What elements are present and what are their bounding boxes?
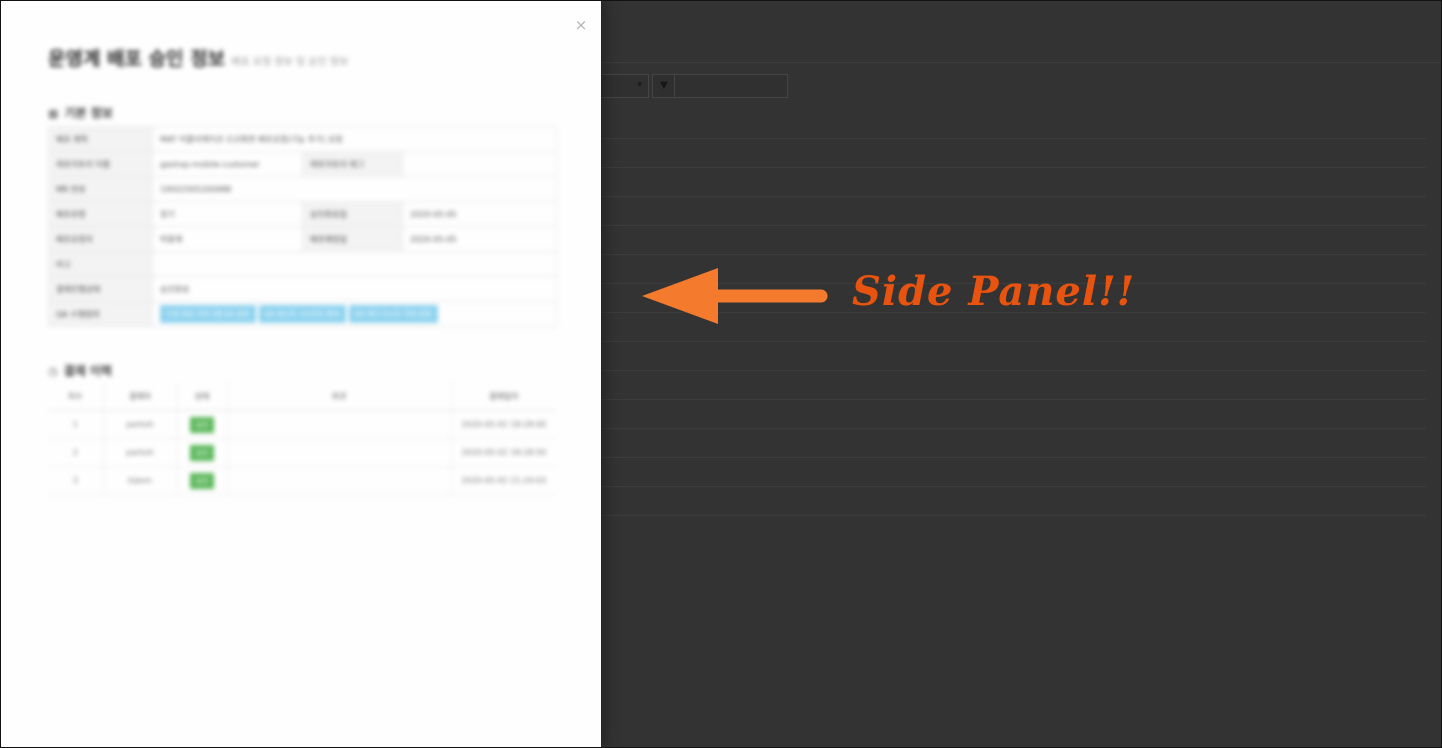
background-select[interactable]: ▾ [600,74,649,98]
date-cell: 2020-05-02 18:28:00 [451,410,556,439]
seq-cell: 2 [48,438,104,467]
background-row [600,197,1426,226]
panel-title: 운영계 배포 승인 정보 [48,48,226,70]
approver-cell: kijeon [103,466,178,495]
history-heading: ◷ 결재 이력 [48,362,112,379]
info-label: MR 번호 [48,176,153,202]
approver-cell: parkoh [103,438,178,467]
background-row [600,400,1426,429]
info-value [151,251,558,277]
background-filter-bar: ▾ ▼ [600,74,790,98]
info-value [401,151,558,177]
clipboard-icon: ▦ [48,107,59,120]
info-row: 레포지토리 이름 gashop-mobile-customer 레포지토리 태그 [48,151,558,177]
table-row: 2 parkoh 승인 2020-05-02 18:28:50 [48,438,556,467]
info-row: MR 번호 19502505200988 [48,176,558,202]
background-row [600,226,1426,255]
info-value: 승인완료 [151,276,558,302]
qa-chip: QA 테스트 시나리오 통과 [258,305,346,323]
column-header: 결재자 [103,382,178,411]
status-cell: 승인 [177,410,228,439]
basic-info-table: 배포 제목 MAT 어플리케이션 신규화면 배포요청(기능 추가) 요청 레포지토리… [48,126,558,327]
table-row: 3 kijeon 승인 2020-05-02 21:24:03 [48,466,556,495]
status-cell: 승인 [177,438,228,467]
side-panel: 운영계 배포 승인 정보 배포 요청 정보 및 승인 정보 ▦ 기본 정보 배포 제… [0,0,601,748]
seq-cell: 1 [48,410,104,439]
close-icon[interactable]: × [574,16,588,34]
filter-icon[interactable]: ▼ [652,74,676,98]
date-cell: 2020-05-02 21:24:03 [451,466,556,495]
qa-chip-list: 수정 대상 프로그램 QA 완료 QA 테스트 시나리오 통과 QA 체크 리스트 … [151,301,558,327]
column-header: 의견 [227,382,452,411]
seq-cell: 3 [48,466,104,495]
info-value: MAT 어플리케이션 신규화면 배포요청(기능 추가) 요청 [151,126,558,152]
approver-cell: parkoh [103,410,178,439]
status-badge: 승인 [190,444,214,461]
info-value: gashop-mobile-customer [152,151,303,177]
background-row [600,110,1426,139]
info-value: 박중재 [152,226,303,252]
background-row [600,342,1426,371]
background-row [600,458,1426,487]
status-badge: 승인 [190,416,214,433]
background-filter-input[interactable] [674,74,788,98]
info-row: 배포유형 정기 승인완료일 2020-05-05 [48,201,558,227]
background-divider [600,62,1442,63]
info-value: 정기 [152,201,303,227]
chevron-down-icon: ▾ [637,80,642,90]
opinion-cell [227,410,452,439]
history-header-row: 차수 결재자 상태 의견 결재일자 [48,382,556,411]
status-cell: 승인 [177,466,228,495]
info-label: 비고 [48,251,153,277]
annotation-label: Side Panel!! [852,268,1136,315]
basic-info-heading: ▦ 기본 정보 [48,104,113,121]
qa-chip: QA 체크 리스트 작성 완료 [348,305,438,323]
history-title: 결재 이력 [63,364,112,378]
background-row [600,429,1426,458]
column-header: 상태 [177,382,228,411]
info-value: 2020-05-05 [401,201,558,227]
panel-subtitle: 배포 요청 정보 및 승인 정보 [231,57,349,68]
info-row: 배포요청자 박중재 배포예정일 2020-05-05 [48,226,558,252]
opinion-cell [227,438,452,467]
basic-info-title: 기본 정보 [64,106,113,120]
background-row [600,168,1426,197]
info-label: 배포예정일 [302,226,403,252]
info-label: 배포요청자 [48,226,153,252]
info-value: 2020-05-05 [401,226,558,252]
background-row [600,487,1426,516]
info-value: 19502505200988 [151,176,558,202]
history-icon: ◷ [48,365,58,378]
date-cell: 2020-05-02 18:28:50 [451,438,556,467]
annotation-arrow-icon [642,268,828,324]
status-badge: 승인 [190,472,214,489]
info-row-qa: QA 수행범위 수정 대상 프로그램 QA 완료 QA 테스트 시나리오 통과 QA … [48,301,558,327]
info-label: 배포 제목 [48,126,153,152]
info-row: 비고 [48,251,558,277]
column-header: 결재일자 [451,382,556,411]
info-label: 배포유형 [48,201,153,227]
table-row: 1 parkoh 승인 2020-05-02 18:28:00 [48,410,556,439]
info-label: 승인완료일 [302,201,403,227]
info-row: 결재진행상태 승인완료 [48,276,558,302]
info-label: 결재진행상태 [48,276,153,302]
info-label: 레포지토리 태그 [302,151,403,177]
info-label: QA 수행범위 [48,301,153,327]
background-row [600,139,1426,168]
info-label: 레포지토리 이름 [48,151,153,177]
column-header: 차수 [48,382,104,411]
opinion-cell [227,466,452,495]
qa-chip: 수정 대상 프로그램 QA 완료 [160,305,256,323]
background-row [600,371,1426,400]
info-row: 배포 제목 MAT 어플리케이션 신규화면 배포요청(기능 추가) 요청 [48,126,558,152]
history-table: 차수 결재자 상태 의견 결재일자 1 parkoh 승인 2020-05-02 18:28:… [48,382,556,495]
page-title: 운영계 배포 승인 정보 배포 요청 정보 및 승인 정보 [48,44,348,71]
